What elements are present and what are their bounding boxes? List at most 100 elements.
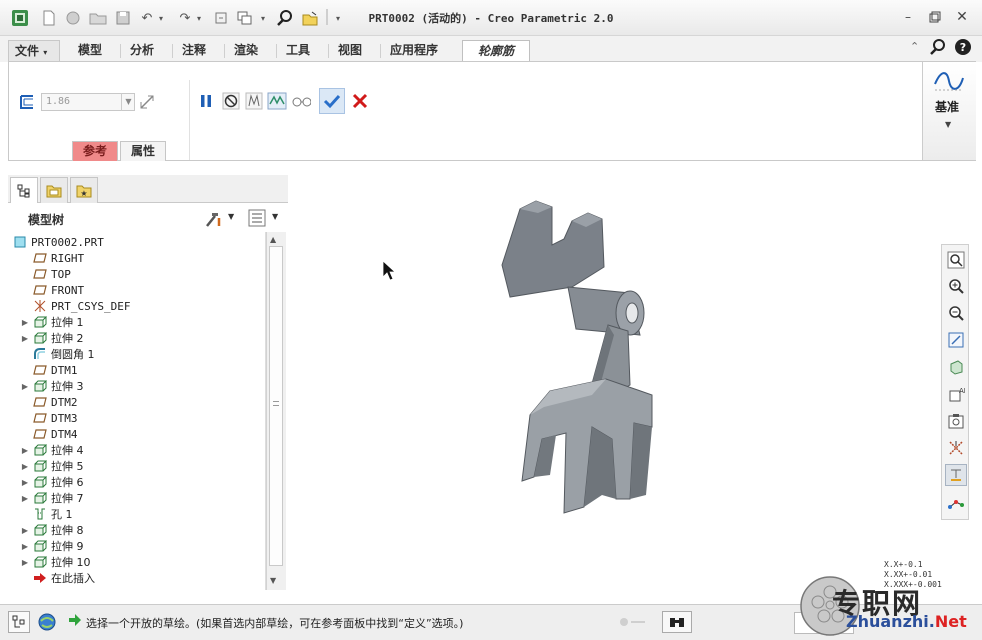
tree-scrollbar[interactable]: ▲ ▼ [266, 232, 286, 590]
subtab-references[interactable]: 参考 [72, 141, 119, 161]
cancel-button[interactable] [350, 91, 370, 111]
pause-icon[interactable] [196, 91, 216, 111]
feature-extrude-icon [32, 331, 48, 345]
toggle-navigator-icon[interactable] [8, 611, 30, 633]
subtab-properties[interactable]: 属性 [120, 141, 167, 161]
tree-item[interactable]: DTM2 [18, 394, 78, 410]
search-help-icon[interactable] [930, 39, 946, 58]
tab-file-label: 文件 [15, 44, 40, 58]
expand-arrow-icon[interactable]: ▶ [18, 318, 32, 327]
tab-file[interactable]: 文件 ▾ [8, 40, 60, 62]
tree-item[interactable]: ▶ 拉伸 6 [18, 474, 84, 490]
repaint-icon[interactable] [945, 329, 967, 351]
expand-arrow-icon[interactable]: ▶ [18, 526, 32, 535]
confirm-button[interactable] [319, 88, 345, 114]
no-preview-icon[interactable] [221, 91, 241, 111]
saved-orientations-icon[interactable]: AB [945, 383, 967, 405]
tab-profile-rib[interactable]: 轮廓筋 [462, 40, 530, 62]
tab-favorites[interactable]: ★ [70, 177, 98, 203]
thickness-side-icon[interactable] [17, 92, 37, 112]
tree-item[interactable]: 倒圆角 1 [18, 346, 95, 362]
tree-item[interactable]: TOP [18, 266, 71, 282]
feature-insert-icon [32, 571, 48, 585]
tab-model-tree[interactable] [10, 177, 38, 203]
tab-separator [380, 44, 381, 58]
tree-item[interactable]: FRONT [18, 282, 84, 298]
tab-model[interactable]: 模型 [72, 40, 108, 62]
zoom-in-icon[interactable] [945, 275, 967, 297]
tree-item[interactable]: ▶ 拉伸 5 [18, 458, 84, 474]
restore-icon[interactable] [926, 9, 944, 25]
expand-arrow-icon[interactable]: ▶ [18, 446, 32, 455]
browser-toggle-icon[interactable] [36, 611, 58, 633]
datum-display-icon[interactable] [945, 437, 967, 459]
help-icon[interactable]: ? [954, 38, 972, 59]
tree-item-label: 孔 1 [51, 508, 73, 521]
tree-item[interactable]: DTM1 [18, 362, 78, 378]
tab-folder-browser[interactable] [40, 177, 68, 203]
tree-item-label: DTM4 [51, 427, 78, 441]
display-style-icon[interactable] [945, 356, 967, 378]
tab-analysis[interactable]: 分析 [124, 40, 160, 62]
tree-item[interactable]: PRT0002.PRT [12, 234, 104, 250]
settings-tools-icon[interactable] [204, 210, 224, 231]
glasses-preview-icon[interactable] [291, 91, 311, 111]
tree-item[interactable]: ▶ 拉伸 8 [18, 522, 84, 538]
expand-arrow-icon[interactable]: ▶ [18, 382, 32, 391]
spin-center-icon[interactable] [945, 491, 967, 513]
tree-item[interactable]: RIGHT [18, 250, 84, 266]
minimize-ribbon-icon[interactable]: ⌃ [910, 40, 919, 53]
tree-item[interactable]: ▶ 拉伸 7 [18, 490, 84, 506]
tab-tools[interactable]: 工具 [280, 40, 316, 62]
tree-item[interactable]: 在此插入 [18, 570, 95, 586]
watermark-url-tld: Net [934, 612, 967, 631]
thickness-dropdown-icon[interactable]: ▼ [121, 93, 135, 111]
tab-separator [328, 44, 329, 58]
expand-arrow-icon[interactable]: ▶ [18, 494, 32, 503]
tab-render[interactable]: 渲染 [228, 40, 264, 62]
3d-model-part[interactable] [480, 195, 680, 518]
tree-item[interactable]: 孔 1 [18, 506, 73, 522]
model-tree-header: 模型树 ▼ ▼ [8, 204, 288, 232]
tree-item[interactable]: ▶ 拉伸 9 [18, 538, 84, 554]
feature-extrude-icon [32, 443, 48, 457]
find-binoculars-icon[interactable] [662, 611, 692, 633]
tree-item[interactable]: ▶ 拉伸 10 [18, 554, 91, 570]
tab-applications[interactable]: 应用程序 [384, 40, 444, 62]
tab-annotate[interactable]: 注释 [176, 40, 212, 62]
annotation-display-icon[interactable] [945, 464, 967, 486]
expand-arrow-icon[interactable]: ▶ [18, 462, 32, 471]
scroll-thumb[interactable] [269, 246, 283, 566]
zoom-out-icon[interactable] [945, 302, 967, 324]
expand-arrow-icon[interactable]: ▶ [18, 542, 32, 551]
tree-item[interactable]: DTM3 [18, 410, 78, 426]
show-list-icon[interactable] [248, 209, 266, 230]
tree-item[interactable]: ▶ 拉伸 3 [18, 378, 84, 394]
tree-item[interactable]: PRT_CSYS_DEF [18, 298, 130, 314]
geometry-preview-icon[interactable] [244, 91, 264, 111]
minimize-icon[interactable]: – [899, 9, 917, 25]
show-dropdown-icon[interactable]: ▼ [272, 212, 278, 221]
tab-separator [224, 44, 225, 58]
tab-view[interactable]: 视图 [332, 40, 368, 62]
tree-item[interactable]: ▶ 拉伸 2 [18, 330, 84, 346]
tree-item-label: 拉伸 10 [51, 556, 91, 569]
tree-item[interactable]: DTM4 [18, 426, 78, 442]
datum-group-button[interactable]: 基准 ▼ [922, 62, 976, 160]
expand-arrow-icon[interactable]: ▶ [18, 334, 32, 343]
tree-item-label: 拉伸 9 [51, 540, 84, 553]
scroll-up-icon[interactable]: ▲ [270, 235, 276, 244]
datum-curve-icon [933, 68, 965, 97]
close-icon[interactable]: ✕ [953, 9, 971, 25]
flip-direction-icon[interactable] [137, 92, 157, 112]
refit-icon[interactable] [945, 249, 967, 271]
view-manager-icon[interactable] [945, 410, 967, 432]
tree-item[interactable]: ▶ 拉伸 4 [18, 442, 84, 458]
scroll-down-icon[interactable]: ▼ [270, 576, 276, 585]
tree-item[interactable]: ▶ 拉伸 1 [18, 314, 84, 330]
expand-arrow-icon[interactable]: ▶ [18, 478, 32, 487]
navigator-tabs: ★ [8, 175, 288, 203]
expand-arrow-icon[interactable]: ▶ [18, 558, 32, 567]
settings-dropdown-icon[interactable]: ▼ [228, 212, 234, 221]
verify-preview-icon[interactable] [267, 91, 287, 111]
